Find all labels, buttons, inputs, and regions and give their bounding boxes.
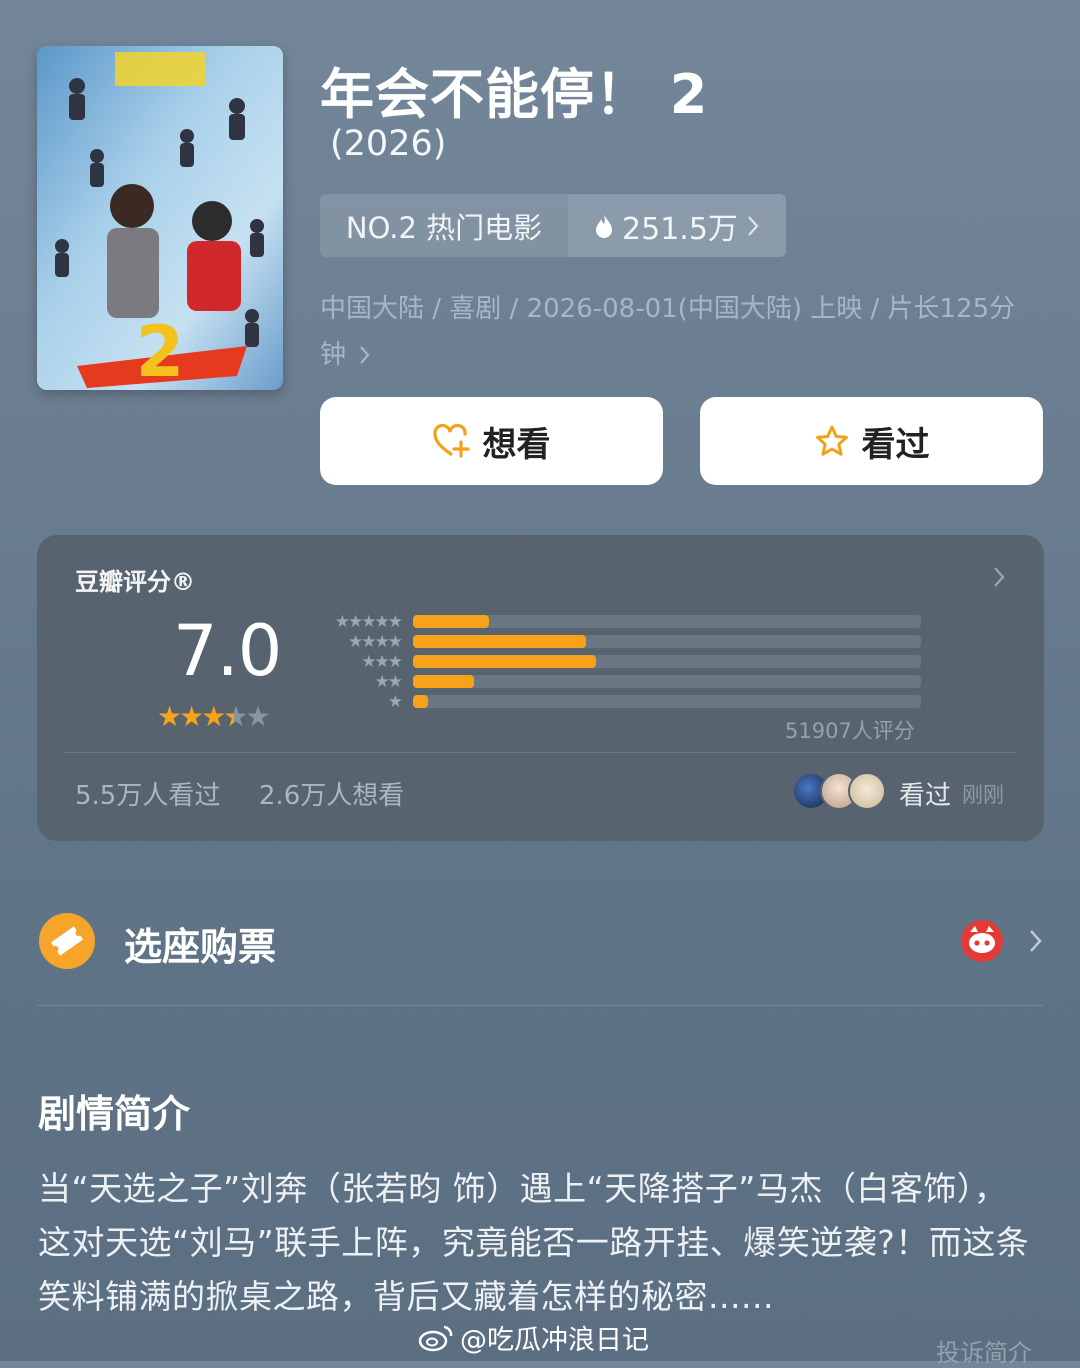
star-outline-icon [815, 425, 848, 456]
chevron-right-icon[interactable] [992, 565, 1006, 589]
star-icon: ★ [223, 700, 248, 733]
rating-bar-fill [413, 695, 429, 708]
synopsis-title: 剧情简介 [38, 1092, 191, 1136]
watermark: @吃瓜冲浪日记 [418, 1318, 649, 1357]
chevron-right-icon [360, 346, 370, 364]
flame-icon [596, 213, 613, 238]
watermark-text: @吃瓜冲浪日记 [460, 1325, 649, 1356]
rating-bar-track [413, 695, 921, 708]
movie-poster[interactable]: 2 [37, 46, 283, 390]
rating-bar-row: ★ [315, 692, 925, 712]
rating-bar-row: ★★★★ [315, 632, 925, 652]
synopsis-text: 当“天选之子”刘奔（张若昀 饰）遇上“天降搭子”马杰（白客饰），这对天选“刘马”… [38, 1169, 1030, 1316]
rating-bar-fill [413, 655, 596, 668]
rating-bar-track [413, 615, 921, 628]
weibo-icon [418, 1325, 453, 1351]
buy-ticket-link[interactable]: 选座购票 [124, 916, 276, 971]
rating-bar-row: ★★ [315, 672, 925, 692]
chevron-right-icon [748, 215, 759, 236]
heat-button[interactable]: 251.5万 [568, 194, 786, 257]
seen-label: 看过 [861, 424, 930, 465]
avatar [848, 772, 886, 810]
rating-score: 7.0 [173, 610, 282, 692]
rating-bar-row: ★★★ [315, 652, 925, 672]
rating-bar-stars: ★★★ [361, 652, 403, 672]
star-icon: ★ [179, 700, 204, 733]
rating-bar-row: ★★★★★ [315, 612, 925, 632]
svg-text:2: 2 [136, 311, 185, 390]
rank-label: NO.2 热门电影 [320, 194, 568, 257]
rating-bar-stars: ★ [387, 692, 403, 712]
maoyan-logo-icon[interactable] [961, 920, 1003, 962]
seen-count: 5.5万人看过 [75, 781, 221, 811]
friend-time: 刚刚 [962, 783, 1004, 807]
meta-text: 中国大陆 / 喜剧 / 2026-08-01(中国大陆) 上映 / 片长125分… [320, 294, 1016, 370]
watch-stats[interactable]: 5.5万人看过 2.6万人想看 [75, 775, 404, 812]
rating-bar-track [413, 675, 921, 688]
rating-bar-fill [413, 635, 586, 648]
heart-plus-icon [432, 424, 470, 458]
star-icon: ★ [245, 700, 270, 733]
divider [37, 1005, 1044, 1006]
poster-artwork: 2 [37, 46, 283, 390]
friend-action: 看过 [899, 781, 952, 811]
rank-badge[interactable]: NO.2 热门电影 251.5万 [320, 194, 786, 257]
rating-bar-track [413, 655, 921, 668]
rating-bar-stars: ★★★★ [348, 632, 403, 652]
rating-title: 豆瓣评分® [75, 568, 195, 596]
want-count: 2.6万人想看 [258, 781, 405, 811]
rating-count: 51907人评分 [785, 719, 915, 743]
rating-bar-fill [413, 615, 490, 628]
friend-avatars[interactable] [792, 772, 888, 812]
chevron-right-icon[interactable] [1028, 928, 1044, 954]
ticket-icon [39, 913, 95, 969]
rating-bar-track [413, 635, 921, 648]
heat-value: 251.5万 [622, 211, 738, 247]
movie-meta[interactable]: 中国大陆 / 喜剧 / 2026-08-01(中国大陆) 上映 / 片长125分… [320, 286, 1040, 378]
rating-card[interactable]: 豆瓣评分® 7.0 ★★★★★ ★★★★★ ★★★★ ★★★ ★★ ★ 51907人评分… [37, 535, 1044, 841]
movie-title: 年会不能停！ 2 [320, 63, 709, 126]
rating-stars: ★★★★★ [157, 700, 271, 733]
rating-bar-fill [413, 675, 474, 688]
rating-bar-stars: ★★ [374, 672, 403, 692]
want-label: 想看 [482, 424, 551, 465]
rating-distribution: ★★★★★ ★★★★ ★★★ ★★ ★ [315, 612, 925, 715]
movie-year: (2026) [330, 124, 447, 164]
divider [63, 752, 1016, 753]
star-icon: ★ [201, 700, 226, 733]
want-to-watch-button[interactable]: 想看 [320, 397, 663, 485]
seen-button[interactable]: 看过 [700, 397, 1043, 485]
report-synopsis-link[interactable]: 投诉简介 [936, 1333, 1032, 1368]
rating-bar-stars: ★★★★★ [334, 612, 403, 632]
star-icon: ★ [157, 700, 182, 733]
